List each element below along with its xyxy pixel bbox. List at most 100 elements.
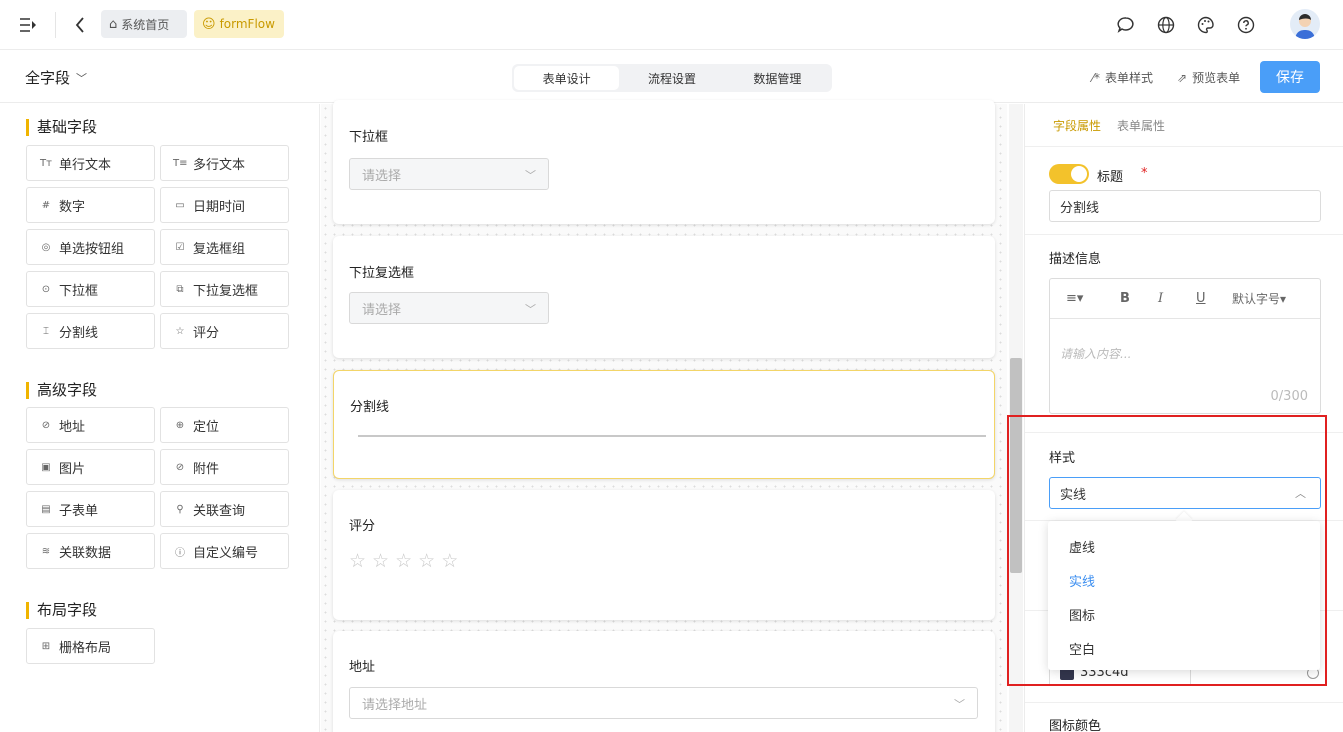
dropdown-field-card[interactable]: 下拉框 请选择 ﹀ — [333, 100, 995, 224]
address-select[interactable]: 请选择地址 ﹀ — [349, 687, 978, 719]
multiselect-field-select[interactable]: 请选择 ﹀ — [349, 292, 549, 324]
address-field-card[interactable]: 地址 请选择地址 ﹀ — [333, 631, 995, 732]
star-icon[interactable]: ☆ — [349, 550, 372, 572]
message-icon[interactable] — [1116, 15, 1136, 35]
field-button[interactable]: ⊘ 附件 — [160, 449, 289, 485]
menu-toggle-icon[interactable] — [18, 15, 38, 35]
title-label: 标题 — [1097, 170, 1124, 185]
field-button[interactable]: ▭ 日期时间 — [160, 187, 289, 223]
field-button[interactable]: ⊘ 地址 — [26, 407, 155, 443]
back-icon[interactable] — [70, 15, 90, 35]
divider — [1025, 234, 1343, 235]
breadcrumb-formflow[interactable]: ☺ formFlow — [194, 10, 284, 38]
title-toggle[interactable] — [1049, 164, 1089, 184]
field-button[interactable]: ⓘ 自定义编号 — [160, 533, 289, 569]
field-button[interactable]: ⚲ 关联查询 — [160, 491, 289, 527]
required-mark: * — [1141, 166, 1148, 181]
multiselect-placeholder: 请选择 — [362, 302, 402, 318]
bold-icon[interactable]: B — [1120, 291, 1130, 306]
field-button[interactable]: ⊙ 下拉框 — [26, 271, 155, 307]
field-button-label: 附件 — [193, 461, 220, 477]
tab-data-management[interactable]: 数据管理 — [725, 66, 830, 90]
field-filter-dropdown[interactable]: 全字段 ﹀ — [25, 67, 87, 88]
field-type-icon: ⊘ — [41, 419, 51, 431]
underline-icon[interactable]: U — [1196, 291, 1206, 306]
multiselect-field-label: 下拉复选框 — [349, 266, 415, 281]
tab-form-design[interactable]: 表单设计 — [514, 66, 620, 90]
italic-icon[interactable]: I — [1158, 291, 1163, 306]
description-label: 描述信息 — [1049, 252, 1102, 267]
field-button[interactable]: ▣ 图片 — [26, 449, 155, 485]
star-icon[interactable]: ☆ — [418, 550, 441, 572]
field-type-icon: ▤ — [41, 503, 51, 515]
divider-field-card[interactable]: 分割线 — [333, 370, 995, 479]
chevron-down-icon: ﹀ — [954, 698, 965, 711]
form-style-button[interactable]: ⁄* 表单样式 — [1092, 69, 1153, 86]
field-type-icon: ⚲ — [176, 503, 184, 515]
field-type-icon: ▭ — [175, 199, 185, 211]
description-placeholder: 请输入内容... — [1060, 347, 1132, 361]
field-button-label: 图片 — [59, 461, 86, 477]
divider — [55, 12, 56, 38]
field-button[interactable]: ☑ 复选框组 — [160, 229, 289, 265]
field-type-icon: ⓘ — [175, 547, 185, 559]
divider-field-label: 分割线 — [350, 400, 390, 415]
field-button[interactable]: ≋ 关联数据 — [26, 533, 155, 569]
field-button-label: 多行文本 — [193, 157, 246, 173]
field-button-label: 子表单 — [59, 503, 99, 519]
field-button-label: 关联数据 — [59, 545, 112, 561]
multiselect-field-card[interactable]: 下拉复选框 请选择 ﹀ — [333, 236, 995, 358]
save-button[interactable]: 保存 — [1260, 61, 1320, 93]
field-button[interactable]: # 数字 — [26, 187, 155, 223]
globe-icon[interactable] — [1156, 15, 1176, 35]
field-type-icon: T≡ — [173, 157, 188, 169]
chevron-down-icon: ﹀ — [525, 303, 536, 316]
tab-flow-settings[interactable]: 流程设置 — [619, 66, 724, 90]
tab-field-properties[interactable]: 字段属性 — [1053, 117, 1101, 134]
avatar[interactable] — [1290, 9, 1320, 39]
description-editor[interactable]: ≡▾ B I U 默认字号▾ 请输入内容... 0/300 — [1049, 278, 1321, 414]
field-button[interactable]: ⌶ 分割线 — [26, 313, 155, 349]
star-icon[interactable]: ☆ — [441, 550, 464, 572]
rating-stars[interactable]: ☆☆☆☆☆ — [349, 550, 464, 572]
address-field-label: 地址 — [349, 660, 376, 675]
char-counter: 0/300 — [1270, 389, 1308, 404]
field-type-icon: ☆ — [175, 325, 185, 337]
chevron-down-icon: ﹀ — [525, 169, 536, 182]
title-input[interactable]: 分割线 — [1049, 190, 1321, 222]
breadcrumb-home[interactable]: ⌂ 系统首页 — [101, 10, 187, 38]
field-button-label: 下拉复选框 — [193, 283, 259, 299]
star-icon[interactable]: ☆ — [395, 550, 418, 572]
field-palette: 基础字段 Tт 单行文本 T≡ 多行文本 # 数字 ▭ 日期时间 ◎ 单选按钮组 ☑ 复选框组 ⊙ 下拉框… — [0, 104, 320, 732]
field-type-icon: ⊕ — [175, 419, 185, 431]
field-button-label: 日期时间 — [193, 199, 246, 215]
field-button[interactable]: ⊞ 栅格布局 — [26, 628, 155, 664]
tab-form-properties[interactable]: 表单属性 — [1117, 117, 1165, 134]
toggle-knob — [1071, 166, 1087, 182]
dropdown-field-label: 下拉框 — [349, 130, 389, 145]
field-button[interactable]: ☆ 评分 — [160, 313, 289, 349]
breadcrumb-formflow-label: formFlow — [219, 17, 275, 31]
preview-form-label: 预览表单 — [1192, 71, 1241, 85]
field-button[interactable]: ◎ 单选按钮组 — [26, 229, 155, 265]
field-button[interactable]: ⧉ 下拉复选框 — [160, 271, 289, 307]
palette-icon[interactable] — [1196, 15, 1216, 35]
field-button[interactable]: ▤ 子表单 — [26, 491, 155, 527]
help-icon[interactable] — [1236, 15, 1256, 35]
breadcrumb-home-label: 系统首页 — [121, 17, 170, 32]
form-canvas: 下拉框 请选择 ﹀ 下拉复选框 请选择 ﹀ 分割线 评分 ☆☆☆☆☆ 地址 请选… — [321, 100, 1007, 732]
rating-field-card[interactable]: 评分 ☆☆☆☆☆ — [333, 490, 995, 620]
font-size-select[interactable]: 默认字号▾ — [1232, 290, 1286, 307]
field-type-icon: ≋ — [41, 545, 51, 557]
align-icon[interactable]: ≡▾ — [1066, 291, 1083, 306]
dropdown-field-select[interactable]: 请选择 ﹀ — [349, 158, 549, 190]
field-button-label: 分割线 — [59, 325, 99, 341]
preview-form-button[interactable]: ⇗ 预览表单 — [1177, 69, 1240, 86]
field-button-label: 自定义编号 — [193, 545, 259, 561]
star-icon[interactable]: ☆ — [372, 550, 395, 572]
field-button[interactable]: ⊕ 定位 — [160, 407, 289, 443]
field-button[interactable]: Tт 单行文本 — [26, 145, 155, 181]
app-icon: ☺ — [202, 16, 216, 32]
field-button[interactable]: T≡ 多行文本 — [160, 145, 289, 181]
icon-color-label: 图标颜色 — [1049, 719, 1102, 732]
